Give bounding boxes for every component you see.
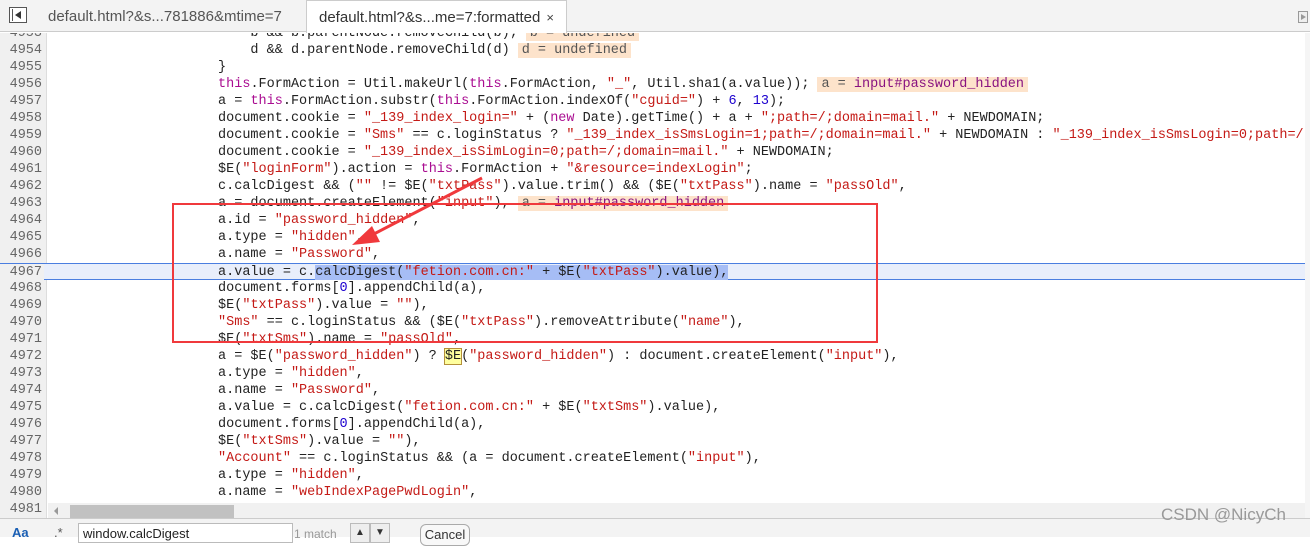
code-text: a.type = "hidden", xyxy=(56,366,364,381)
tab-source[interactable]: default.html?&s...781886&mtime=7 xyxy=(36,0,294,33)
highlight-box xyxy=(172,203,878,343)
line-number[interactable]: 4968 xyxy=(0,280,44,297)
code-text: a = this.FormAction.substr(this.FormActi… xyxy=(56,94,786,109)
line-number[interactable]: 4958 xyxy=(0,110,44,127)
code-line[interactable]: 4973 a.type = "hidden", xyxy=(0,365,1310,382)
line-number[interactable]: 4962 xyxy=(0,178,44,195)
line-number[interactable]: 4966 xyxy=(0,246,44,263)
code-line[interactable]: 4959 document.cookie = "Sms" == c.loginS… xyxy=(0,127,1310,144)
code-line[interactable]: 4953 b && b.parentNode.removeChild(b); b … xyxy=(0,33,1310,42)
code-line[interactable]: 4958 document.cookie = "_139_index_login… xyxy=(0,110,1310,127)
inline-value: d = undefined xyxy=(517,43,632,58)
toggle-navigator-icon[interactable] xyxy=(9,7,27,23)
tab-formatted[interactable]: default.html?&s...me=7:formatted × xyxy=(306,0,567,33)
code-text: document.forms[0].appendChild(a), xyxy=(56,417,486,432)
code-line[interactable]: 4957 a = this.FormAction.substr(this.For… xyxy=(0,93,1310,110)
code-line[interactable]: 4974 a.name = "Password", xyxy=(0,382,1310,399)
search-bar: Aa .* window.calcDigest 1 match ▲ ▼ Canc… xyxy=(0,518,1310,546)
horizontal-scrollbar[interactable] xyxy=(48,503,1310,518)
code-line[interactable]: 4960 document.cookie = "_139_index_isSim… xyxy=(0,144,1310,161)
regex-button[interactable]: .* xyxy=(54,525,63,540)
line-number[interactable]: 4956 xyxy=(0,76,44,93)
next-match-button[interactable]: ▼ xyxy=(370,523,390,543)
code-line[interactable]: 4977 $E("txtSms").value = ""), xyxy=(0,433,1310,450)
line-number[interactable]: 4973 xyxy=(0,365,44,382)
cancel-button[interactable]: Cancel xyxy=(420,524,470,546)
line-number[interactable]: 4957 xyxy=(0,93,44,110)
match-count: 1 match xyxy=(294,527,337,541)
line-number[interactable]: 4977 xyxy=(0,433,44,450)
scrollbar-thumb[interactable] xyxy=(70,505,234,518)
line-number[interactable]: 4954 xyxy=(0,42,44,59)
code-text: document.cookie = "_139_index_login=" + … xyxy=(56,111,1045,126)
line-number[interactable]: 4981 xyxy=(0,501,44,518)
line-number[interactable]: 4980 xyxy=(0,484,44,501)
code-text: $E("loginForm").action = this.FormAction… xyxy=(56,162,753,177)
line-number[interactable]: 4979 xyxy=(0,467,44,484)
line-number[interactable]: 4960 xyxy=(0,144,44,161)
code-text: a.value = c.calcDigest("fetion.com.cn:" … xyxy=(56,400,721,415)
code-line[interactable]: 4975 a.value = c.calcDigest("fetion.com.… xyxy=(0,399,1310,416)
line-number[interactable]: 4971 xyxy=(0,331,44,348)
code-text: document.cookie = "Sms" == c.loginStatus… xyxy=(56,128,1310,143)
code-line[interactable]: 4961 $E("loginForm").action = this.FormA… xyxy=(0,161,1310,178)
line-number[interactable]: 4955 xyxy=(0,59,44,76)
line-number[interactable]: 4970 xyxy=(0,314,44,331)
line-number[interactable]: 4959 xyxy=(0,127,44,144)
line-number[interactable]: 4963 xyxy=(0,195,44,212)
code-text: b && b.parentNode.removeChild(b); b = und… xyxy=(56,33,640,42)
line-number[interactable]: 4974 xyxy=(0,382,44,399)
editor-tab-bar: default.html?&s...781886&mtime=7 default… xyxy=(0,0,1310,33)
line-number[interactable]: 4972 xyxy=(0,348,44,365)
close-icon[interactable]: × xyxy=(546,10,554,25)
previous-match-button[interactable]: ▲ xyxy=(350,523,370,543)
line-number[interactable]: 4969 xyxy=(0,297,44,314)
line-number[interactable]: 4961 xyxy=(0,161,44,178)
tab-label: default.html?&s...781886&mtime=7 xyxy=(48,8,282,25)
code-line[interactable]: 4954 d && d.parentNode.removeChild(d) d =… xyxy=(0,42,1310,59)
code-line[interactable]: 4980 a.name = "webIndexPagePwdLogin", xyxy=(0,484,1310,501)
code-text: a.name = "Password", xyxy=(56,383,381,398)
inline-value: a = input#password_hidden xyxy=(817,77,1029,92)
code-text: } xyxy=(56,60,227,75)
code-text: a.type = "hidden", xyxy=(56,468,364,483)
code-line[interactable]: 4976 document.forms[0].appendChild(a), xyxy=(0,416,1310,433)
scroll-left-icon[interactable] xyxy=(54,507,58,515)
code-text: a.name = "webIndexPagePwdLogin", xyxy=(56,485,478,500)
search-input[interactable]: window.calcDigest xyxy=(78,523,293,543)
code-text: $E("txtSms").value = ""), xyxy=(56,434,421,449)
code-text: document.cookie = "_139_index_isSimLogin… xyxy=(56,145,834,160)
code-line[interactable]: 4979 a.type = "hidden", xyxy=(0,467,1310,484)
watermark: CSDN @NicyCh xyxy=(1161,505,1286,524)
toggle-debugger-icon[interactable] xyxy=(1298,11,1308,23)
code-text: this.FormAction = Util.makeUrl(this.Form… xyxy=(56,76,1029,93)
line-number[interactable]: 4978 xyxy=(0,450,44,467)
tab-label: default.html?&s...me=7:formatted xyxy=(319,9,541,26)
vertical-scrollbar[interactable] xyxy=(1305,33,1310,518)
code-line[interactable]: 4962 c.calcDigest && ("" != $E("txtPass"… xyxy=(0,178,1310,195)
line-number[interactable]: 4976 xyxy=(0,416,44,433)
code-text: "Account" == c.loginStatus && (a = docum… xyxy=(218,451,761,466)
search-match: $E xyxy=(443,348,463,365)
code-text: c.calcDigest && ("" != $E("txtPass").val… xyxy=(56,179,907,194)
code-text: a = $E("password_hidden") ? $E("password… xyxy=(56,348,899,365)
code-line[interactable]: 4978 "Account" == c.loginStatus && (a = … xyxy=(0,450,1310,467)
line-number[interactable]: 4964 xyxy=(0,212,44,229)
line-number[interactable]: 4965 xyxy=(0,229,44,246)
line-number[interactable]: 4967 xyxy=(0,264,44,281)
code-text: d && d.parentNode.removeChild(d) d = unde… xyxy=(56,42,632,59)
code-line[interactable]: 4955 } xyxy=(0,59,1310,76)
line-number[interactable]: 4975 xyxy=(0,399,44,416)
code-line[interactable]: 4956 this.FormAction = Util.makeUrl(this… xyxy=(0,76,1310,93)
line-number[interactable]: 4953 xyxy=(0,33,44,42)
inline-value: b = undefined xyxy=(525,33,640,41)
code-line[interactable]: 4972 a = $E("password_hidden") ? $E("pas… xyxy=(0,348,1310,365)
match-case-button[interactable]: Aa xyxy=(12,525,29,540)
